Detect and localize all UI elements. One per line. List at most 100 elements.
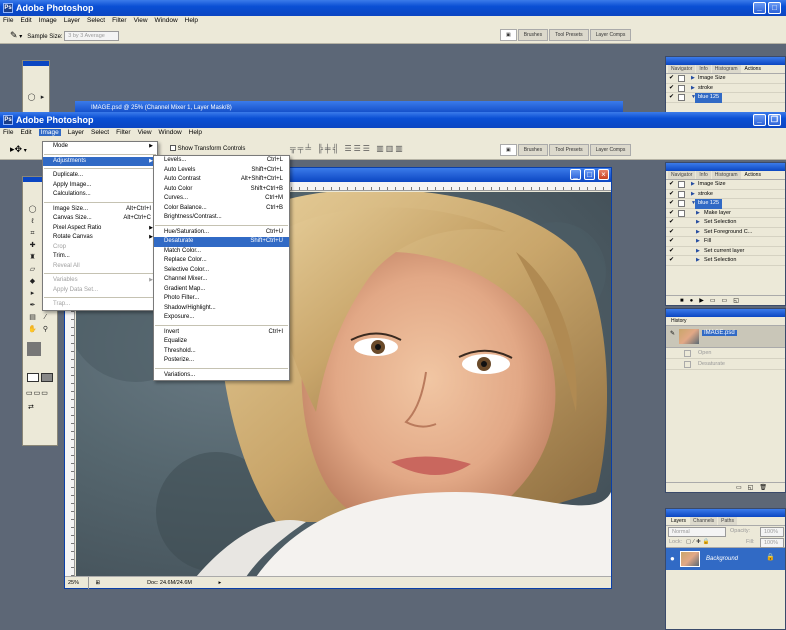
menu-item-apply-data-set[interactable]: Apply Data Set... xyxy=(43,286,157,296)
menu-layer[interactable]: Layer xyxy=(64,17,80,24)
menu-filter[interactable]: Filter xyxy=(112,17,126,24)
expand-triangle-icon[interactable]: ▶ xyxy=(691,180,695,190)
stamp-tool-icon[interactable]: ♜ xyxy=(27,253,38,263)
expand-triangle-icon[interactable]: ▶ xyxy=(691,84,695,94)
doc-close-button[interactable]: × xyxy=(598,169,609,180)
expand-triangle-icon[interactable]: ▶ xyxy=(696,218,700,228)
expand-triangle-icon[interactable]: ▶ xyxy=(691,74,695,84)
doc-minimize-button[interactable]: _ xyxy=(570,169,581,180)
action-toggle-checkmark-icon[interactable]: ✔ xyxy=(669,238,676,245)
eye-icon[interactable]: ● xyxy=(670,554,675,563)
action-row[interactable]: ✔ ▶ Set current layer xyxy=(666,247,785,256)
tab-actions[interactable]: Actions xyxy=(741,65,764,73)
menu-item-calculations[interactable]: Calculations... xyxy=(43,190,157,200)
palette-well-icon[interactable]: ▣ xyxy=(500,29,517,41)
history-step-desaturate[interactable]: Desaturate xyxy=(666,359,785,370)
action-row[interactable]: ✔ ▶ Image Size xyxy=(666,74,785,84)
tab-layers[interactable]: Layers xyxy=(668,517,690,525)
path-select-tool-icon[interactable]: ▸ xyxy=(27,289,38,299)
menu-item-auto-levels[interactable]: Auto Levels Shift+Ctrl+L xyxy=(154,166,289,176)
bg-tab-tool-presets[interactable]: Tool Presets xyxy=(549,29,589,41)
menu-item-color-balance[interactable]: Color Balance... Ctrl+B xyxy=(154,204,289,214)
menu-item-exposure[interactable]: Exposure... xyxy=(154,313,289,323)
menu-file[interactable]: File xyxy=(3,129,13,136)
menu-select[interactable]: Select xyxy=(87,17,105,24)
menu-item-duplicate[interactable]: Duplicate... xyxy=(43,171,157,181)
action-toggle-checkmark-icon[interactable]: ✔ xyxy=(669,219,676,226)
menu-item-auto-contrast[interactable]: Auto Contrast Alt+Shift+Ctrl+L xyxy=(154,175,289,185)
menu-item-curves[interactable]: Curves... Ctrl+M xyxy=(154,194,289,204)
action-row[interactable]: ✔ ▼ blue 125 xyxy=(666,199,785,209)
menu-item-pixel-aspect-ratio[interactable]: Pixel Aspect Ratio ▶ xyxy=(43,224,157,234)
tab-histogram[interactable]: Histogram xyxy=(711,171,741,179)
tab-navigator[interactable]: Navigator xyxy=(668,65,696,73)
move-tool-icon[interactable]: ▸✥ xyxy=(10,144,22,154)
action-dialog-toggle[interactable] xyxy=(678,209,685,217)
action-row[interactable]: ✔ ▶ Fill xyxy=(666,237,785,247)
menu-edit[interactable]: Edit xyxy=(20,17,31,24)
menu-layer[interactable]: Layer xyxy=(68,129,84,136)
menu-item-channel-mixer[interactable]: Channel Mixer... xyxy=(154,275,289,285)
menu-help[interactable]: Help xyxy=(189,129,202,136)
zoom-level[interactable]: 25% xyxy=(65,577,89,589)
menu-item-variations[interactable]: Variations... xyxy=(154,371,289,381)
expand-triangle-icon[interactable]: ▶ xyxy=(696,237,700,247)
action-toggle-checkmark-icon[interactable]: ✔ xyxy=(669,85,676,92)
history-step-open[interactable]: Open xyxy=(666,348,785,359)
menu-item-canvas-size[interactable]: Canvas Size... Alt+Ctrl+C xyxy=(43,214,157,224)
menu-item-image-size[interactable]: Image Size... Alt+Ctrl+I xyxy=(43,205,157,215)
main-minimize-button[interactable]: _ xyxy=(753,114,766,126)
menu-item-selective-color[interactable]: Selective Color... xyxy=(154,266,289,276)
menu-file[interactable]: File xyxy=(3,17,13,24)
menu-item-adjustments[interactable]: Adjustments ▶ xyxy=(43,156,157,166)
layer-row-background[interactable]: ● Background 🔒 xyxy=(666,548,785,570)
action-dialog-toggle[interactable] xyxy=(678,200,685,207)
action-toggle-checkmark-icon[interactable]: ✔ xyxy=(669,257,676,264)
foreground-color-swatch[interactable] xyxy=(27,342,41,356)
menu-item-threshold[interactable]: Threshold... xyxy=(154,347,289,357)
menu-image[interactable]: Image xyxy=(39,17,57,24)
menu-item-desaturate[interactable]: Desaturate Shift+Ctrl+U xyxy=(154,237,289,247)
action-row[interactable]: ✔ ▶ Make layer xyxy=(666,209,785,218)
action-row[interactable]: ✔ ▶ Set Foreground C... xyxy=(666,228,785,237)
action-toggle-checkmark-icon[interactable]: ✔ xyxy=(669,75,676,82)
action-toggle-checkmark-icon[interactable]: ✔ xyxy=(669,94,676,101)
menu-item-reveal-all[interactable]: Reveal All xyxy=(43,262,157,272)
pen-tool-icon[interactable]: ✒ xyxy=(27,301,38,311)
healing-tool-icon[interactable]: ✚ xyxy=(27,241,38,251)
action-row[interactable]: ✔ ▶ Image Size xyxy=(666,180,785,190)
doc-maximize-button[interactable]: □ xyxy=(584,169,595,180)
menu-item-brightness-contrast[interactable]: Brightness/Contrast... xyxy=(154,213,289,223)
marquee-tool-icon[interactable]: ◯ xyxy=(27,205,38,215)
fill-field[interactable]: 100% xyxy=(760,538,784,548)
align-distribute-icons[interactable]: ╦╤╧ ╠╪╣ ☰☰☰ ▥▥▥ xyxy=(290,138,405,160)
menu-item-mode[interactable]: Mode ▶ xyxy=(43,142,157,152)
tab-channels[interactable]: Channels xyxy=(690,517,718,525)
action-row[interactable]: ✔ ▶ Set Selection xyxy=(666,256,785,266)
expand-triangle-icon[interactable]: ▶ xyxy=(696,256,700,266)
history-snapshot[interactable]: ✎ IMAGE.psd xyxy=(666,326,785,348)
action-dialog-toggle[interactable] xyxy=(678,94,685,101)
action-toggle-checkmark-icon[interactable]: ✔ xyxy=(669,229,676,236)
show-transform-checkbox[interactable] xyxy=(170,145,176,152)
menu-item-match-color[interactable]: Match Color... xyxy=(154,247,289,257)
menu-item-equalize[interactable]: Equalize xyxy=(154,337,289,347)
menu-item-trim[interactable]: Trim... xyxy=(43,252,157,262)
menu-view[interactable]: View xyxy=(138,129,152,136)
menu-select[interactable]: Select xyxy=(91,129,109,136)
action-toggle-checkmark-icon[interactable]: ✔ xyxy=(669,200,676,207)
actions-toolbar[interactable]: ■●▶▭▭◱ xyxy=(666,295,785,305)
menu-edit[interactable]: Edit xyxy=(20,129,31,136)
action-dialog-toggle[interactable] xyxy=(678,75,685,82)
menu-item-trap[interactable]: Trap... xyxy=(43,300,157,310)
menu-item-hue-saturation[interactable]: Hue/Saturation... Ctrl+U xyxy=(154,228,289,238)
standard-mode-icon[interactable] xyxy=(27,373,39,382)
menu-help[interactable]: Help xyxy=(185,17,198,24)
action-toggle-checkmark-icon[interactable]: ✔ xyxy=(669,248,676,255)
menu-item-crop[interactable]: Crop xyxy=(43,243,157,253)
tab-actions[interactable]: Actions xyxy=(741,171,764,179)
bg-tab-brushes[interactable]: Brushes xyxy=(517,29,549,41)
bg-move-tool-icon[interactable]: ▸ xyxy=(37,93,48,103)
action-toggle-checkmark-icon[interactable]: ✔ xyxy=(669,191,676,198)
bg-maximize-button[interactable]: □ xyxy=(768,2,781,14)
